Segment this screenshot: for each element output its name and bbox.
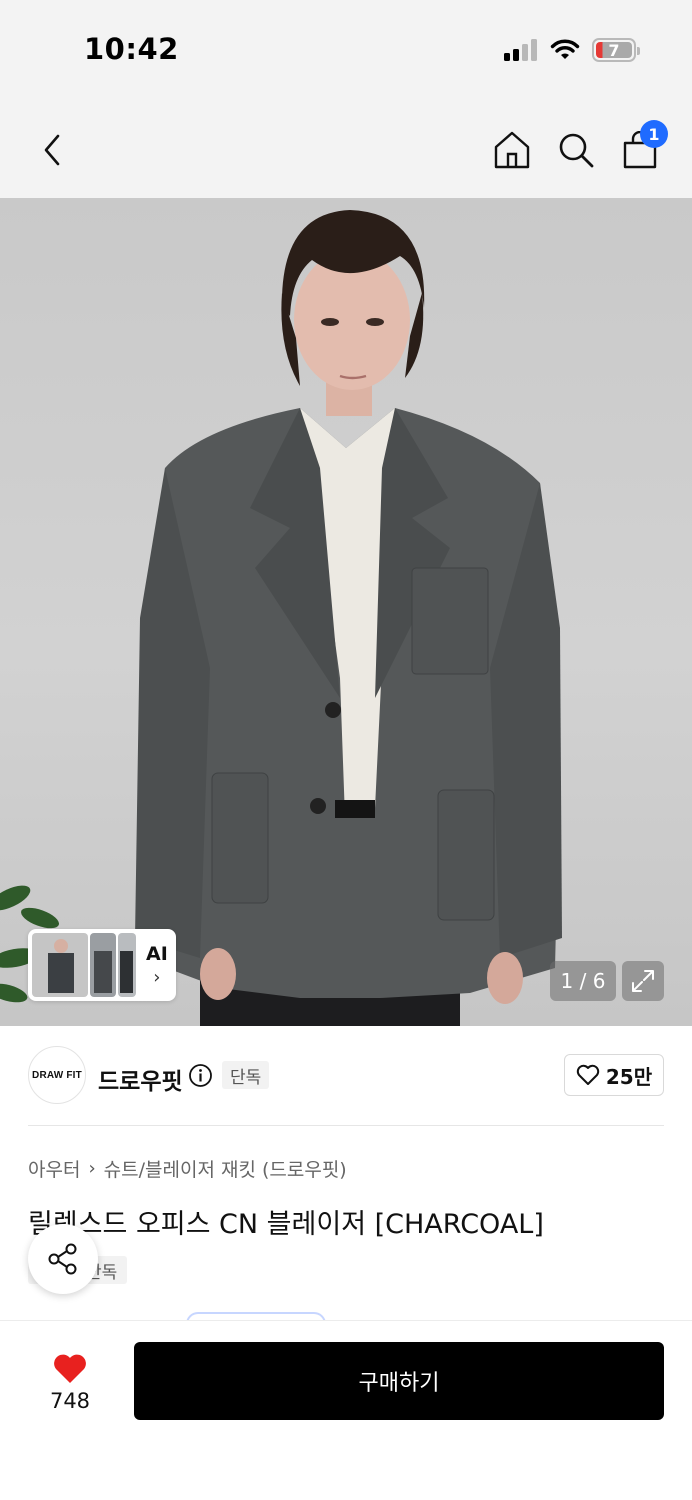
buy-button[interactable]: 구매하기: [134, 1342, 664, 1420]
product-photo: [0, 210, 562, 1026]
ai-thumbnail-2: [90, 933, 116, 997]
back-button[interactable]: [30, 126, 74, 174]
info-icon[interactable]: [188, 1063, 213, 1088]
brand-exclusive-badge: 단독: [222, 1061, 270, 1089]
chevron-right-icon: ›: [153, 966, 161, 988]
brand-like-button[interactable]: 25만: [564, 1054, 664, 1096]
home-icon: [494, 131, 530, 169]
expand-icon: [632, 970, 654, 992]
home-button[interactable]: [490, 126, 534, 174]
heart-outline-icon: [576, 1064, 600, 1085]
wishlist-count: 748: [49, 1389, 91, 1413]
breadcrumb-item-outer[interactable]: 아우터: [28, 1155, 80, 1182]
brand-name[interactable]: 드로우핏: [98, 1062, 183, 1096]
cart-count-badge: 1: [640, 120, 668, 148]
share-button[interactable]: [28, 1224, 98, 1294]
bottom-action-bar: 748 구매하기: [0, 1320, 692, 1500]
search-button[interactable]: [554, 126, 598, 174]
wifi-icon: [550, 39, 580, 59]
search-icon: [559, 133, 594, 168]
chevron-right-icon: ›: [88, 1158, 96, 1179]
share-icon: [48, 1243, 77, 1275]
status-icons: 7: [504, 38, 640, 62]
top-nav-bar: 1: [0, 100, 692, 198]
brand-logo[interactable]: DRAW FIT: [28, 1046, 86, 1104]
product-image-gallery[interactable]: AI › 1 / 6: [0, 198, 692, 1026]
cart-button[interactable]: 1: [618, 120, 668, 174]
ai-thumbnail-3: [118, 933, 136, 997]
ai-styling-link: AI ›: [146, 943, 168, 988]
status-bar: 10:42 7: [0, 0, 692, 100]
cellular-signal-icon: [504, 39, 537, 61]
product-title: 릴렉스드 오피스 CN 블레이저 [CHARCOAL]: [28, 1209, 544, 1240]
ai-label: AI: [146, 942, 168, 965]
image-page-counter: 1 / 6: [550, 961, 616, 1001]
ai-thumbnail-1: [32, 933, 88, 997]
nav-actions: 1: [490, 120, 668, 174]
expand-image-button[interactable]: [622, 961, 664, 1001]
brand-like-count: 25만: [605, 1064, 653, 1089]
wishlist-button[interactable]: 748: [30, 1343, 110, 1423]
back-chevron-icon: [44, 134, 60, 166]
heart-filled-icon: [54, 1354, 86, 1383]
battery-level: 7: [596, 41, 632, 60]
brand-row: DRAW FIT 드로우핏 단독 25만: [0, 1026, 692, 1126]
status-time: 10:42: [84, 32, 179, 66]
breadcrumb-item-blazer[interactable]: 슈트/블레이저 재킷 (드로우핏): [104, 1155, 347, 1182]
breadcrumb: 아우터 › 슈트/블레이저 재킷 (드로우핏): [28, 1155, 347, 1182]
battery-icon: 7: [592, 38, 640, 62]
divider: [28, 1125, 664, 1126]
ai-styling-thumbnail-card[interactable]: AI ›: [28, 929, 176, 1001]
ai-thumbnail-stack: [32, 933, 136, 997]
